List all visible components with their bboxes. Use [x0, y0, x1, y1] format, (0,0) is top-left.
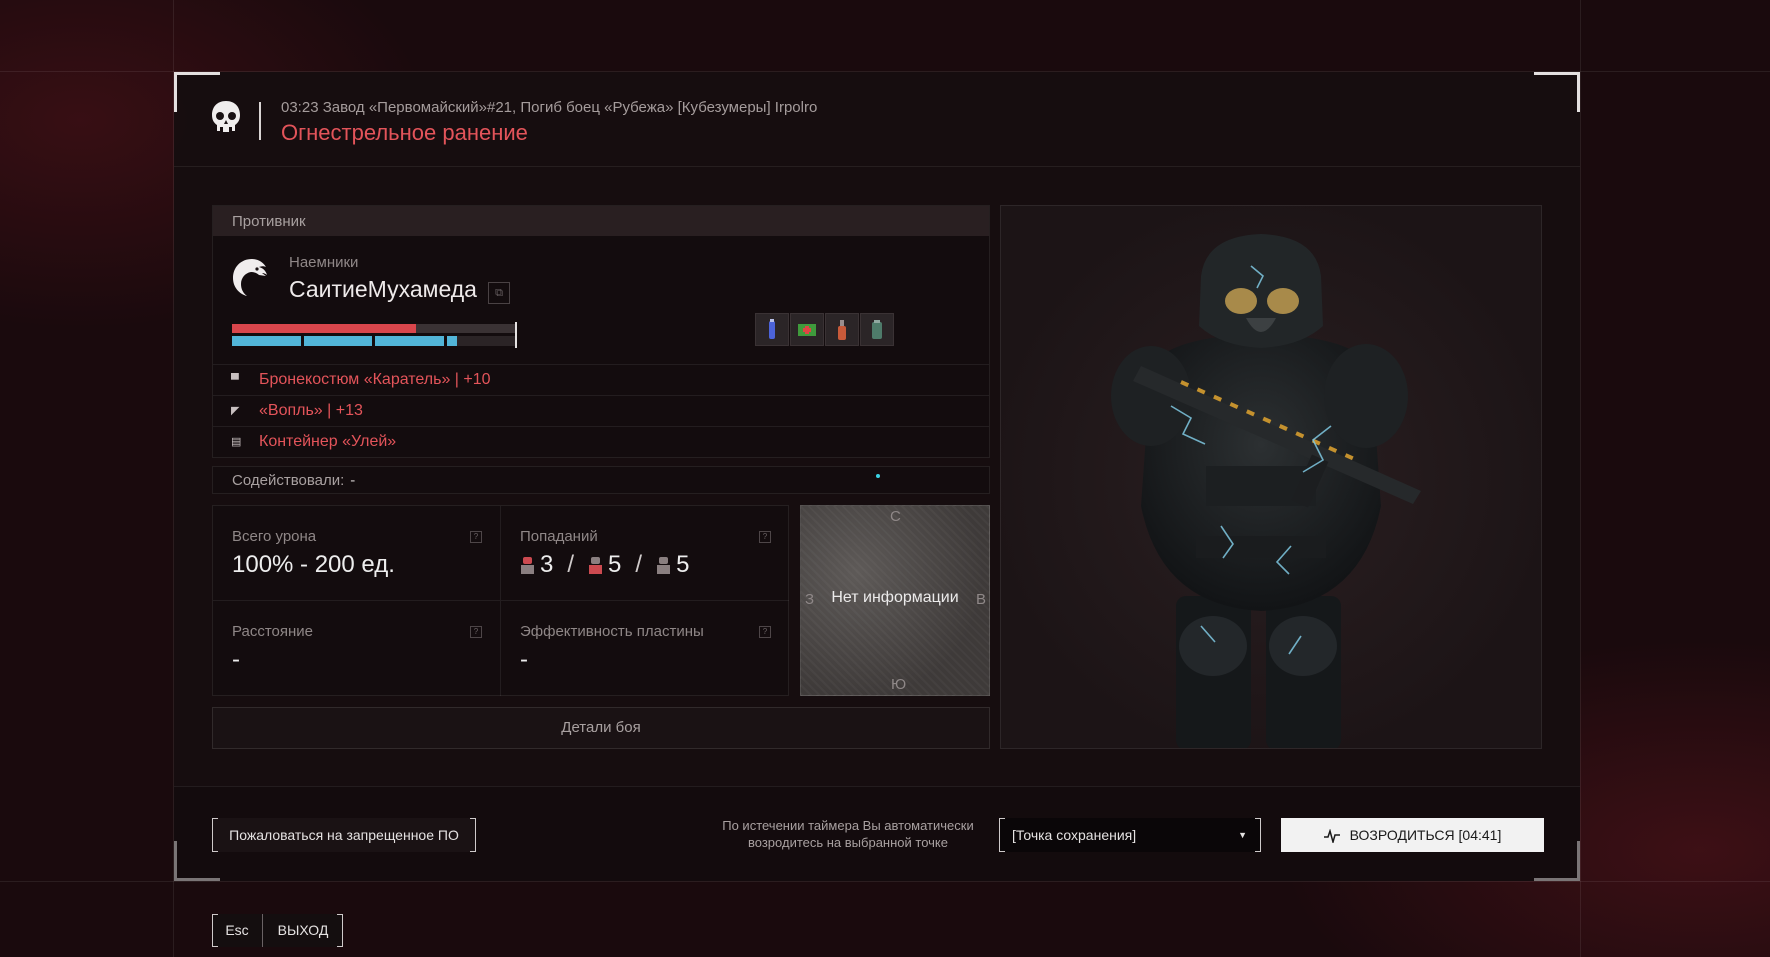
compass-north: С — [890, 508, 901, 525]
help-icon[interactable]: ? — [759, 626, 771, 638]
status-dot — [876, 474, 880, 478]
body-hit-icon — [588, 556, 603, 574]
assist-label: Содействовали: — [232, 472, 345, 489]
skull-icon — [212, 101, 240, 132]
stat-hits: Попаданий 3 / 5 / 5 ? — [501, 506, 789, 601]
stat-value: - — [232, 646, 240, 673]
enemy-character-portrait — [1000, 205, 1542, 749]
exit-button[interactable]: Esc ВЫХОД — [212, 914, 343, 947]
equipment-label: Контейнер «Улей» — [259, 433, 397, 450]
bottle-icon[interactable] — [825, 313, 859, 346]
enemy-section-title: Противник — [213, 206, 989, 236]
stat-label: Попаданий — [520, 528, 598, 545]
enemy-card: Противник Наемники СаитиеМухамеда ⧉ ▀ Бр… — [212, 205, 990, 458]
stat-plate-efficiency: Эффективность пластины - ? — [501, 601, 789, 696]
equipment-label: Бронекостюм «Каратель» | +10 — [259, 371, 491, 388]
timer-note-line: возродитесь на выбранной точке — [748, 835, 948, 850]
battle-details-button[interactable]: Детали боя — [212, 707, 990, 749]
equipment-row[interactable]: ◤ «Вопль» | +13 — [213, 395, 989, 426]
respawn-timer-note: По истечении таймера Вы автоматически во… — [702, 817, 994, 851]
container-icon: ▤ — [231, 436, 242, 448]
gun-icon: ◤ — [231, 405, 240, 417]
enemy-equipment-list: ▀ Бронекостюм «Каратель» | +10 ◤ «Вопль»… — [213, 364, 989, 457]
stat-label: Всего урона — [232, 528, 317, 545]
medkit-icon[interactable] — [790, 313, 824, 346]
equipment-label: «Вопль» | +13 — [259, 402, 363, 419]
pulse-icon — [1323, 829, 1340, 844]
esc-key-hint: Esc — [212, 914, 263, 947]
minimap-message: Нет информации — [831, 589, 959, 606]
armor-segment-fill — [446, 336, 457, 346]
combat-stats: Всего урона 100% - 200 ед. ? Попаданий 3… — [212, 505, 789, 696]
header-divider — [259, 102, 261, 140]
stat-total-damage: Всего урона 100% - 200 ед. ? — [213, 506, 501, 601]
head-hits: 3 — [540, 551, 554, 578]
dropdown-arrow-icon: ▼ — [1238, 830, 1247, 840]
respawn-button[interactable]: ВОЗРОДИТЬСЯ [04:41] — [1281, 818, 1544, 852]
armor-segment — [303, 336, 372, 346]
enemy-armor-bar — [232, 336, 515, 346]
stat-label: Эффективность пластины — [520, 623, 704, 640]
stat-value: 100% - 200 ед. — [232, 551, 395, 578]
death-header: 03:23 Завод «Первомайский»#21, Погиб бое… — [174, 72, 1580, 167]
health-fill — [232, 324, 416, 333]
armor-segment-fill — [232, 336, 301, 346]
soldier-figure-image — [1111, 234, 1421, 748]
enemy-player-name: СаитиеМухамеда — [289, 276, 477, 302]
footer-bar: Пожаловаться на запрещенное ПО По истече… — [174, 786, 1580, 881]
help-icon[interactable]: ? — [470, 531, 482, 543]
timer-note-line: По истечении таймера Вы автоматически — [722, 818, 974, 833]
equipment-row[interactable]: ▤ Контейнер «Улей» — [213, 426, 989, 457]
hits-value: 3 / 5 / 5 — [520, 551, 770, 579]
bar-end-marker — [515, 322, 517, 348]
help-icon[interactable]: ? — [759, 531, 771, 543]
exit-label: ВЫХОД — [277, 922, 329, 938]
respawn-label: ВОЗРОДИТЬСЯ [04:41] — [1349, 827, 1502, 843]
copy-name-icon[interactable]: ⧉ — [488, 282, 510, 304]
minimap: С Ю З В Нет информации — [800, 505, 990, 696]
armor-segment — [375, 336, 444, 346]
armor-segment — [232, 336, 301, 346]
help-icon[interactable]: ? — [470, 626, 482, 638]
stat-distance: Расстояние - ? — [213, 601, 501, 696]
armor-segment — [446, 336, 515, 346]
eagle-faction-icon — [233, 259, 267, 296]
assist-value: - — [350, 472, 356, 489]
spawn-point-select[interactable]: [Точка сохранения] ▼ — [999, 818, 1261, 852]
enemy-health-bar — [232, 324, 515, 333]
compass-south: Ю — [891, 676, 907, 693]
canister-icon[interactable] — [860, 313, 894, 346]
legs-hit-icon — [656, 556, 671, 574]
syringe-icon[interactable] — [755, 313, 789, 346]
body-hits: 5 — [608, 551, 622, 578]
armor-segment-fill — [375, 336, 444, 346]
armor-segment-fill — [303, 336, 372, 346]
armor-icon: ▀ — [231, 374, 239, 386]
equipment-row[interactable]: ▀ Бронекостюм «Каратель» | +10 — [213, 364, 989, 395]
kill-info-text: 03:23 Завод «Первомайский»#21, Погиб бое… — [281, 99, 818, 116]
stat-label: Расстояние — [232, 623, 314, 640]
enemy-faction: Наемники — [289, 254, 359, 271]
assist-row: Содействовали: - — [212, 466, 990, 494]
spawn-point-value: [Точка сохранения] — [1012, 827, 1137, 843]
report-cheater-button[interactable]: Пожаловаться на запрещенное ПО — [212, 818, 476, 852]
death-cause: Огнестрельное ранение — [281, 120, 528, 145]
legs-hits: 5 — [676, 551, 690, 578]
stat-value: - — [520, 646, 528, 673]
head-hit-icon — [520, 556, 535, 574]
